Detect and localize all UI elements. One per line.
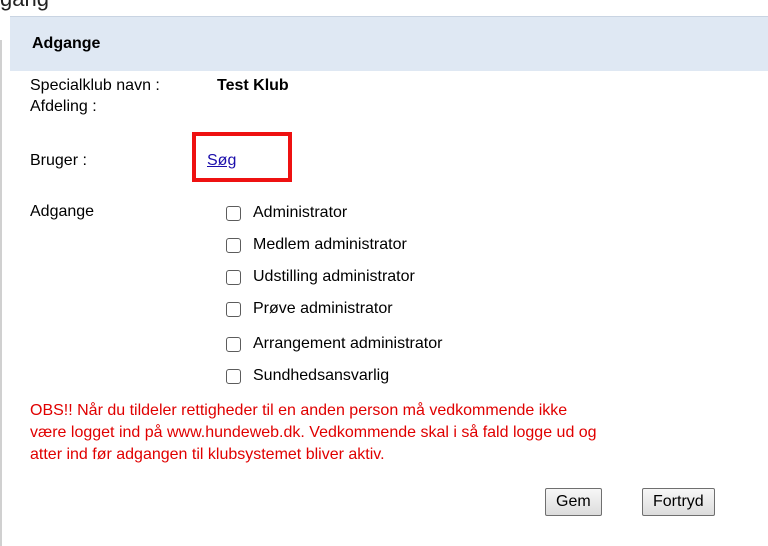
- checkbox-health-responsible[interactable]: [226, 368, 241, 384]
- department-label: Afdeling :: [30, 98, 97, 115]
- panel-left-border: [0, 40, 2, 546]
- panel-title: Adgange: [32, 35, 101, 52]
- access-option-trial-admin[interactable]: Prøve administrator: [226, 298, 393, 320]
- checkbox-label: Medlem administrator: [253, 236, 407, 253]
- access-option-exhibition-admin[interactable]: Udstilling administrator: [226, 266, 415, 288]
- user-label: Bruger :: [30, 152, 87, 169]
- club-name-label: Specialklub navn :: [30, 77, 160, 94]
- checkbox-event-admin[interactable]: [226, 336, 241, 352]
- notice-line: være logget ind på www.hundeweb.dk. Vedk…: [30, 424, 597, 441]
- access-option-administrator[interactable]: Administrator: [226, 202, 347, 224]
- checkbox-trial-admin[interactable]: [226, 301, 241, 317]
- checkbox-administrator[interactable]: [226, 205, 241, 221]
- access-label: Adgange: [30, 203, 95, 220]
- notice-line: atter ind før adgangen til klubsystemet …: [30, 446, 385, 463]
- cancel-button[interactable]: Fortryd: [642, 488, 715, 516]
- highlight-annotation: [192, 132, 292, 182]
- checkbox-label: Udstilling administrator: [253, 268, 415, 285]
- notice-line: OBS!! Når du tildeler rettigheder til en…: [30, 402, 568, 419]
- page-title-partial: gang: [0, 0, 49, 12]
- checkbox-exhibition-admin[interactable]: [226, 269, 241, 285]
- checkbox-label: Arrangement administrator: [253, 335, 443, 352]
- save-button[interactable]: Gem: [545, 488, 602, 516]
- checkbox-label: Administrator: [253, 204, 348, 221]
- access-option-health-responsible[interactable]: Sundhedsansvarlig: [226, 365, 389, 387]
- checkbox-label: Sundhedsansvarlig: [253, 367, 390, 384]
- access-option-event-admin[interactable]: Arrangement administrator: [226, 333, 442, 355]
- access-option-member-admin[interactable]: Medlem administrator: [226, 234, 407, 256]
- notice-text: OBS!! Når du tildeler rettigheder til en…: [30, 400, 765, 466]
- club-name-value: Test Klub: [217, 77, 289, 94]
- panel-header: Adgange: [10, 16, 768, 71]
- checkbox-member-admin[interactable]: [226, 237, 241, 253]
- checkbox-label: Prøve administrator: [253, 300, 393, 317]
